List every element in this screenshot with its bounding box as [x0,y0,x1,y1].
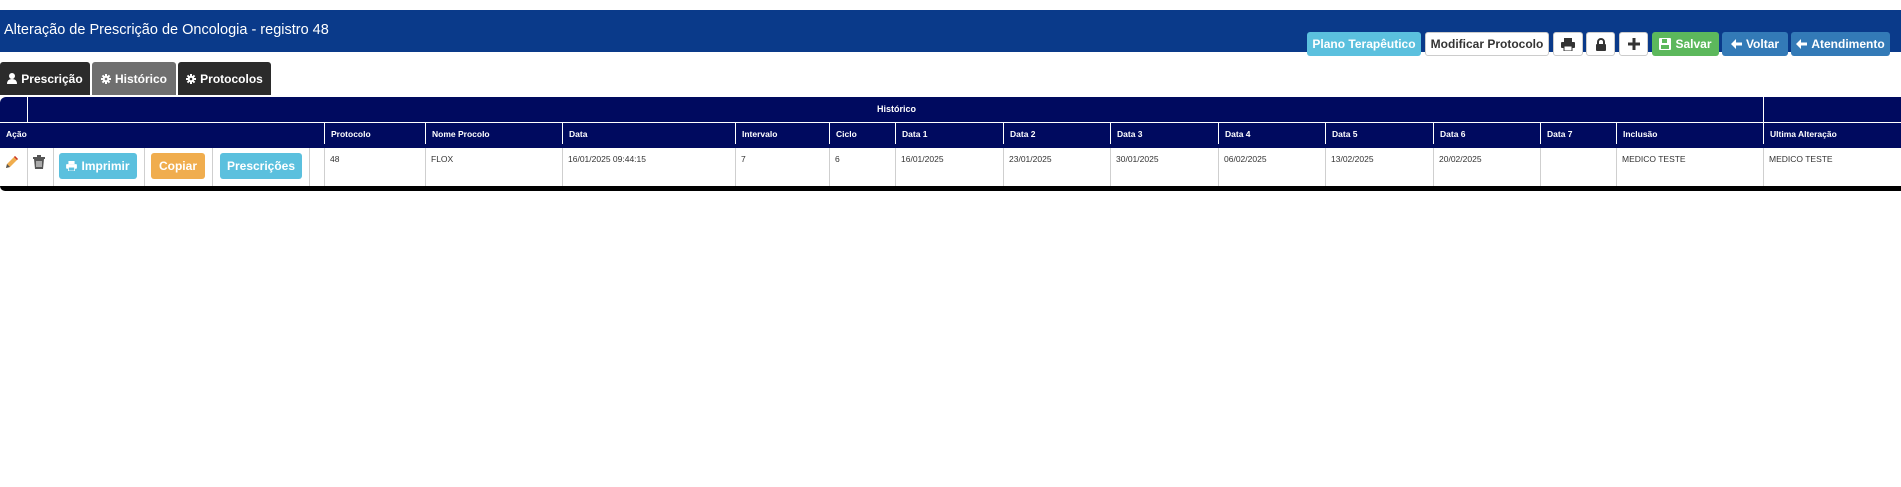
cell-ciclo: 6 [829,148,895,186]
col-header-data-3: Data 3 [1110,123,1218,144]
lock-button[interactable] [1586,32,1615,56]
action-cell-empty [309,148,324,186]
grid-divider [1763,97,1764,122]
gear-icon [100,73,111,84]
cell-data-5: 13/02/2025 [1325,148,1433,186]
col-header-ciclo: Ciclo [829,123,895,144]
cell-data-1: 16/01/2025 [895,148,1003,186]
cell-inclusao: MEDICO TESTE [1616,148,1763,186]
grid-title: Histórico [877,104,917,114]
col-header-intervalo: Intervalo [735,123,829,144]
lock-icon [1595,37,1607,51]
print-icon [1561,37,1575,51]
page-title: Alteração de Prescrição de Oncologia - r… [4,22,329,38]
arrow-left-icon [1796,39,1808,49]
col-header-nome-procolo: Nome Procolo [425,123,562,144]
prescricoes-button[interactable]: Prescrições [220,153,302,179]
tab-label: Histórico [114,71,167,86]
col-header-data: Data [562,123,735,144]
col-header-acao: Ação [6,128,27,139]
plano-terapeutico-button[interactable]: Plano Terapêutico [1307,32,1421,56]
add-button[interactable] [1619,32,1648,56]
cell-nome-procolo: FLOX [425,148,562,186]
salvar-label: Salvar [1675,37,1712,51]
cell-data: 16/01/2025 09:44:15 [562,148,735,186]
col-header-data-6: Data 6 [1433,123,1540,144]
atendimento-button[interactable]: Atendimento [1791,32,1890,56]
voltar-button[interactable]: Voltar [1722,32,1788,56]
tab-protocolos[interactable]: Protocolos [178,62,271,95]
cell-protocolo: 48 [324,148,425,186]
cell-data-4: 06/02/2025 [1218,148,1325,186]
voltar-label: Voltar [1745,37,1780,51]
col-header-data-4: Data 4 [1218,123,1325,144]
grid-divider [27,97,28,122]
grid-bottom-border [0,186,1901,191]
col-header-protocolo: Protocolo [324,123,425,144]
salvar-button[interactable]: Salvar [1652,32,1719,56]
col-header-data-5: Data 5 [1325,123,1433,144]
col-header-inclusao: Inclusão [1616,123,1763,144]
cell-data-3: 30/01/2025 [1110,148,1218,186]
arrow-left-icon [1730,39,1742,49]
user-icon [7,73,18,84]
print-button[interactable] [1553,32,1583,56]
page-header: Alteração de Prescrição de Oncologia - r… [0,10,1901,56]
tab-label: Prescrição [21,71,83,86]
imprimir-button[interactable]: Imprimir [59,153,137,179]
grid-title-bar [0,97,1901,122]
copiar-button[interactable]: Copiar [151,153,205,179]
trash-icon[interactable] [33,155,45,169]
tab-prescricao[interactable]: Prescrição [0,62,90,95]
print-icon [66,161,78,171]
cell-data-2: 23/01/2025 [1003,148,1110,186]
plus-icon [1627,38,1640,50]
modificar-protocolo-button[interactable]: Modificar Protocolo [1425,32,1549,56]
tab-label: Protocolos [200,71,263,86]
col-header-data-2: Data 2 [1003,123,1110,144]
gear-icon [186,73,197,84]
tab-historico[interactable]: Histórico [92,62,176,95]
cell-ultima-alteracao: MEDICO TESTE [1763,148,1901,186]
col-header-ultima-alteracao: Ultima Alteração [1763,123,1901,144]
imprimir-label: Imprimir [81,159,130,173]
cell-data-6: 20/02/2025 [1433,148,1540,186]
pencil-icon[interactable] [5,155,19,169]
cell-data-7 [1540,148,1616,186]
save-icon [1659,38,1672,50]
cell-intervalo: 7 [735,148,829,186]
atendimento-label: Atendimento [1811,37,1885,51]
col-header-data-1: Data 1 [895,123,1003,144]
col-header-data-7: Data 7 [1540,123,1616,144]
